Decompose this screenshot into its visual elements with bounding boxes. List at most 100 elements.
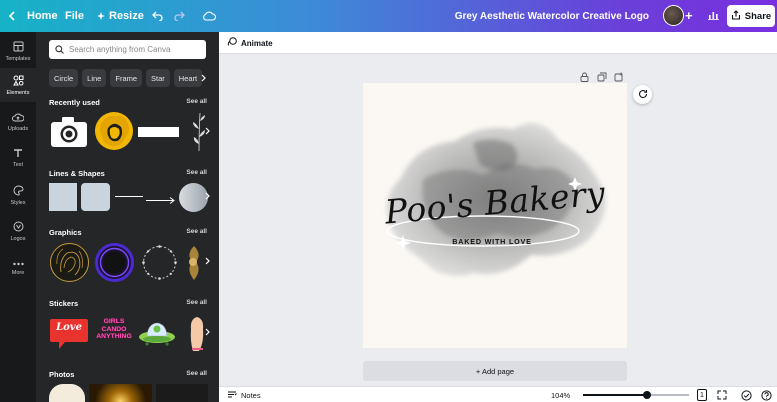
notes-icon (227, 390, 237, 401)
photo-thumbnail[interactable] (156, 384, 208, 402)
shapes-next-button[interactable] (202, 187, 212, 207)
filter-chips: Circle Line Frame Star Heart (49, 69, 203, 87)
fullscreen-icon[interactable] (716, 389, 728, 401)
insights-button[interactable] (702, 5, 724, 27)
upload-icon (12, 112, 25, 124)
redo-icon (174, 11, 186, 21)
chevron-right-icon (205, 327, 210, 339)
elements-icon (12, 75, 24, 88)
see-all-graphics[interactable]: See all (186, 228, 207, 235)
logo-tagline[interactable]: BAKED WITH LOVE (363, 237, 621, 246)
see-all-stickers[interactable]: See all (186, 299, 207, 306)
rail-item-label: Templates (5, 55, 31, 62)
love-speech-sticker[interactable]: Love (49, 316, 89, 351)
photo-thumbnail[interactable] (89, 384, 152, 402)
lock-icon[interactable] (580, 69, 590, 82)
refresh-button[interactable] (633, 85, 652, 104)
rail-item-logos[interactable]: Logos (0, 214, 36, 248)
sparkle-icon (97, 12, 105, 20)
rail-item-label: More (11, 270, 25, 276)
more-icon (12, 262, 24, 268)
refresh-icon (638, 86, 648, 104)
camera-graphic[interactable] (49, 114, 89, 150)
floral-wreath-graphic[interactable] (139, 242, 180, 283)
search-input[interactable] (69, 45, 199, 54)
text-icon (13, 148, 23, 160)
home-label: Home (27, 10, 58, 22)
bar-chart-icon (707, 10, 719, 23)
duplicate-icon[interactable] (597, 69, 607, 82)
add-page-icon[interactable] (614, 69, 624, 82)
help-icon[interactable] (760, 389, 772, 401)
turtle-ufo-sticker[interactable] (137, 319, 177, 349)
share-icon (731, 9, 741, 23)
check-circle-icon[interactable] (740, 389, 752, 401)
document-title[interactable]: Grey Aesthetic Watercolor Creative Logo (455, 0, 649, 32)
chip-star[interactable]: Star (146, 69, 170, 87)
avatar[interactable] (663, 5, 684, 26)
rail-item-label: Logos (10, 235, 26, 242)
resize-label: Resize (109, 10, 144, 22)
rail-item-more[interactable]: More (0, 252, 36, 286)
resize-button[interactable]: Resize (97, 0, 144, 32)
see-all-photos[interactable]: See all (186, 370, 207, 377)
page-count-button[interactable]: 1 (697, 389, 707, 401)
logos-icon (13, 221, 24, 234)
see-all-lines-shapes[interactable]: See all (186, 169, 207, 176)
cloud-save-button[interactable] (202, 0, 216, 32)
share-button[interactable]: Share (727, 5, 775, 27)
white-rectangle-shape[interactable] (138, 127, 179, 137)
photo-thumbnail[interactable] (49, 384, 85, 402)
notes-label: Notes (241, 390, 261, 400)
left-rail: Templates Elements Uploads Text Styles L… (0, 32, 36, 402)
section-title-recent: Recently used (49, 98, 100, 107)
zoom-slider[interactable] (583, 391, 689, 399)
add-page-button[interactable]: + Add page (363, 361, 627, 381)
notes-button[interactable]: Notes (227, 387, 261, 402)
home-button[interactable]: Home (8, 0, 58, 32)
chip-circle[interactable]: Circle (49, 69, 79, 87)
animate-button[interactable]: Animate (227, 32, 273, 54)
gold-floral-graphic[interactable] (184, 242, 204, 283)
chip-frame[interactable]: Frame (110, 69, 143, 87)
add-collaborator-button[interactable]: + (685, 8, 693, 23)
arrow-line-shape[interactable] (146, 192, 176, 204)
square-shape[interactable] (49, 183, 77, 211)
love-sticker-text: Love (56, 322, 82, 333)
rail-item-label: Styles (10, 199, 26, 206)
rail-item-templates[interactable]: Templates (0, 34, 36, 68)
girls-can-do-anything-sticker[interactable]: GIRLS CANDO ANYTHING (93, 318, 135, 346)
purple-ring-graphic[interactable] (94, 242, 135, 283)
chevron-right-icon (205, 256, 210, 268)
rail-item-styles[interactable]: Styles (0, 178, 36, 212)
zoom-slider-knob[interactable] (642, 391, 651, 399)
chip-line[interactable]: Line (82, 69, 107, 87)
redo-button[interactable] (174, 0, 186, 32)
graphics-next-button[interactable] (202, 252, 212, 272)
gold-portrait-graphic[interactable] (49, 242, 90, 283)
chips-next-button[interactable] (196, 69, 210, 87)
section-title-stickers: Stickers (49, 299, 79, 308)
editor-toolbar: Animate (219, 32, 777, 54)
recent-next-button[interactable] (202, 122, 212, 142)
see-all-recent[interactable]: See all (186, 98, 207, 105)
search-box[interactable] (49, 40, 206, 59)
rail-item-uploads[interactable]: Uploads (0, 105, 36, 139)
animate-label: Animate (241, 38, 273, 48)
undo-button[interactable] (151, 0, 163, 32)
rounded-square-shape[interactable] (81, 183, 110, 211)
undo-icon (151, 11, 163, 21)
section-title-graphics: Graphics (49, 228, 82, 237)
design-page[interactable]: Poo's Bakery BAKED WITH LOVE (363, 83, 627, 348)
rail-item-elements[interactable]: Elements (0, 68, 36, 102)
rail-item-text[interactable]: Text (0, 141, 36, 175)
file-label: File (65, 10, 84, 22)
chevron-right-icon (205, 191, 210, 203)
lion-graphic[interactable] (94, 110, 134, 152)
search-icon (55, 41, 64, 59)
rail-item-label: Uploads (7, 126, 29, 132)
line-shape[interactable] (115, 196, 143, 197)
stickers-next-button[interactable] (202, 323, 212, 343)
templates-icon (13, 41, 24, 54)
file-menu[interactable]: File (65, 0, 84, 32)
